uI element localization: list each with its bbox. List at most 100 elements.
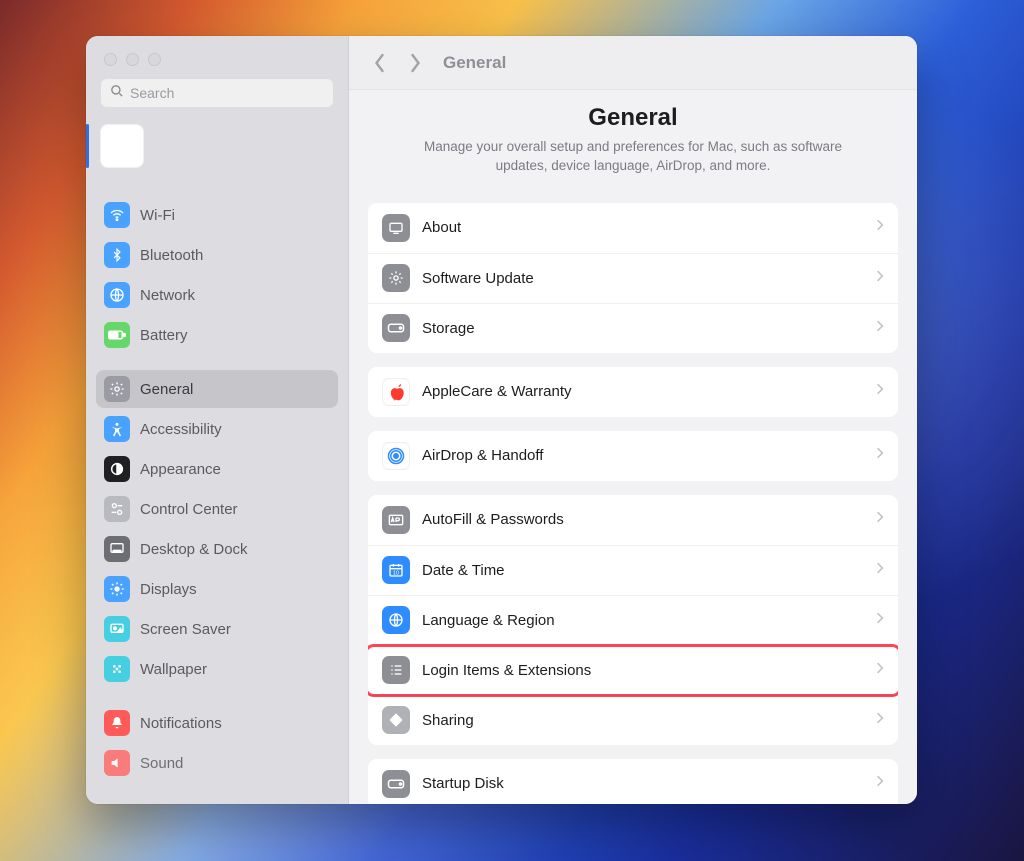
- chevron-right-icon: [876, 711, 884, 730]
- sidebar-item-wallpaper[interactable]: Wallpaper: [96, 650, 338, 688]
- sidebar-item-label: General: [140, 381, 193, 398]
- row-about[interactable]: About: [368, 203, 898, 253]
- page-title: General: [407, 104, 859, 132]
- settings-group: Startup Disk: [367, 758, 899, 804]
- gear-icon: [104, 376, 130, 402]
- sidebar-item-label: Sound: [140, 755, 183, 772]
- row-applecare[interactable]: AppleCare & Warranty: [368, 367, 898, 417]
- sidebar-item-battery[interactable]: Battery: [96, 316, 338, 354]
- wallpaper-icon: [104, 656, 130, 682]
- network-icon: [104, 282, 130, 308]
- settings-group: AirDrop & Handoff: [367, 430, 899, 482]
- sidebar-item-control-center[interactable]: Control Center: [96, 490, 338, 528]
- chevron-right-icon: [876, 218, 884, 237]
- system-settings-window: Wi-Fi Bluetooth Network Battery: [86, 36, 917, 804]
- sidebar-item-label: Appearance: [140, 461, 221, 478]
- sidebar-item-label: Battery: [140, 327, 188, 344]
- sidebar-item-bluetooth[interactable]: Bluetooth: [96, 236, 338, 274]
- toolbar: General: [349, 36, 917, 90]
- avatar: [100, 124, 144, 168]
- appearance-icon: [104, 456, 130, 482]
- sidebar-item-label: Desktop & Dock: [140, 541, 248, 558]
- row-label: Software Update: [422, 270, 876, 287]
- settings-group: AppleCare & Warranty: [367, 366, 899, 418]
- sidebar: Wi-Fi Bluetooth Network Battery: [86, 36, 349, 804]
- sidebar-item-label: Screen Saver: [140, 621, 231, 638]
- window-controls: [86, 36, 348, 66]
- sidebar-item-desktop-dock[interactable]: Desktop & Dock: [96, 530, 338, 568]
- row-autofill-passwords[interactable]: AutoFill & Passwords: [368, 495, 898, 545]
- row-label: AppleCare & Warranty: [422, 383, 876, 400]
- autofill-icon: [382, 506, 410, 534]
- row-label: About: [422, 219, 876, 236]
- chevron-right-icon: [876, 382, 884, 401]
- row-airdrop-handoff[interactable]: AirDrop & Handoff: [368, 431, 898, 481]
- desktop-dock-icon: [104, 536, 130, 562]
- window-minimize-button[interactable]: [126, 53, 139, 66]
- startup-disk-icon: [382, 770, 410, 798]
- breadcrumb: General: [443, 53, 506, 73]
- accessibility-icon: [104, 416, 130, 442]
- search-input[interactable]: [130, 85, 325, 101]
- page-subtitle: Manage your overall setup and preference…: [407, 138, 859, 176]
- date-time-icon: 10: [382, 556, 410, 584]
- row-label: Startup Disk: [422, 775, 876, 792]
- sidebar-item-accessibility[interactable]: Accessibility: [96, 410, 338, 448]
- sidebar-item-label: Wi-Fi: [140, 207, 175, 224]
- sidebar-item-sound[interactable]: Sound: [96, 744, 338, 782]
- screen-saver-icon: [104, 616, 130, 642]
- chevron-right-icon: [876, 661, 884, 680]
- sidebar-item-wifi[interactable]: Wi-Fi: [96, 196, 338, 234]
- sidebar-scroll[interactable]: Wi-Fi Bluetooth Network Battery: [86, 182, 348, 804]
- row-label: AirDrop & Handoff: [422, 447, 876, 464]
- row-language-region[interactable]: Language & Region: [368, 595, 898, 645]
- window-zoom-button[interactable]: [148, 53, 161, 66]
- airdrop-icon: [382, 442, 410, 470]
- sidebar-item-general[interactable]: General: [96, 370, 338, 408]
- svg-text:10: 10: [393, 571, 399, 577]
- applecare-icon: [382, 378, 410, 406]
- settings-group: About Software Update Storage: [367, 202, 899, 354]
- content-pane: General General Manage your overall setu…: [349, 36, 917, 804]
- sidebar-item-screen-saver[interactable]: Screen Saver: [96, 610, 338, 648]
- row-label: Date & Time: [422, 562, 876, 579]
- row-label: Login Items & Extensions: [422, 662, 876, 679]
- chevron-right-icon: [876, 774, 884, 793]
- forward-button[interactable]: [401, 49, 429, 77]
- about-icon: [382, 214, 410, 242]
- sidebar-item-label: Displays: [140, 581, 197, 598]
- language-region-icon: [382, 606, 410, 634]
- row-label: Storage: [422, 320, 876, 337]
- bluetooth-icon: [104, 242, 130, 268]
- row-startup-disk[interactable]: Startup Disk: [368, 759, 898, 804]
- window-close-button[interactable]: [104, 53, 117, 66]
- row-label: Language & Region: [422, 612, 876, 629]
- row-software-update[interactable]: Software Update: [368, 253, 898, 303]
- sidebar-item-notifications[interactable]: Notifications: [96, 704, 338, 742]
- login-items-icon: [382, 656, 410, 684]
- sidebar-item-label: Accessibility: [140, 421, 222, 438]
- chevron-right-icon: [876, 269, 884, 288]
- sidebar-item-label: Control Center: [140, 501, 238, 518]
- chevron-right-icon: [876, 446, 884, 465]
- notifications-icon: [104, 710, 130, 736]
- row-storage[interactable]: Storage: [368, 303, 898, 353]
- back-button[interactable]: [365, 49, 393, 77]
- wifi-icon: [104, 202, 130, 228]
- sidebar-item-appearance[interactable]: Appearance: [96, 450, 338, 488]
- page-header: General Manage your overall setup and pr…: [367, 90, 899, 192]
- chevron-right-icon: [876, 561, 884, 580]
- sidebar-item-displays[interactable]: Displays: [96, 570, 338, 608]
- search-field[interactable]: [100, 78, 334, 108]
- content-scroll[interactable]: General Manage your overall setup and pr…: [349, 90, 917, 804]
- sharing-icon: [382, 706, 410, 734]
- displays-icon: [104, 576, 130, 602]
- account-item[interactable]: [100, 124, 334, 168]
- row-date-time[interactable]: 10 Date & Time: [368, 545, 898, 595]
- chevron-right-icon: [876, 510, 884, 529]
- sidebar-item-network[interactable]: Network: [96, 276, 338, 314]
- chevron-right-icon: [876, 611, 884, 630]
- row-sharing[interactable]: Sharing: [368, 695, 898, 745]
- row-login-items-extensions[interactable]: Login Items & Extensions: [368, 645, 898, 695]
- battery-icon: [104, 322, 130, 348]
